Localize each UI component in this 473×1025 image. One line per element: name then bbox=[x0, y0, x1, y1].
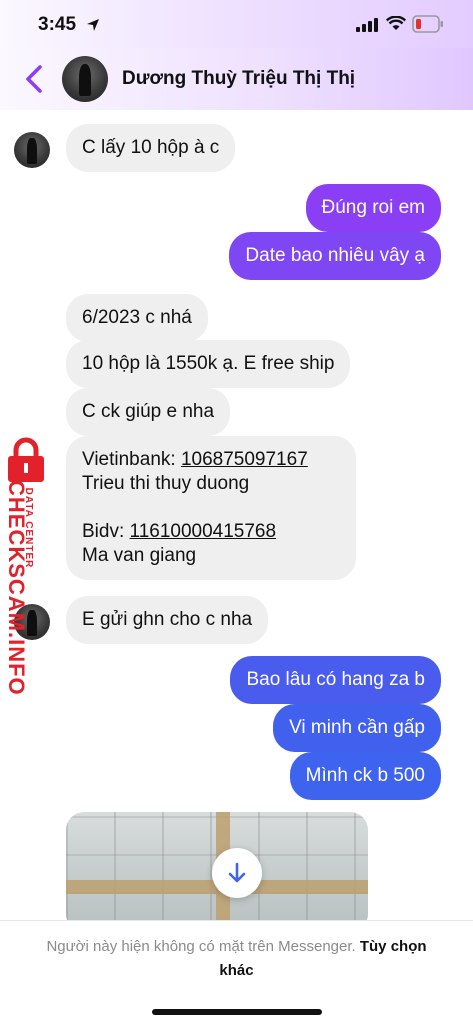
bank-label: Vietinbank: bbox=[82, 449, 181, 470]
footer: Người này hiện không có mặt trên Messeng… bbox=[0, 920, 473, 1025]
message-text: Đúng roi em bbox=[321, 197, 426, 218]
message-bubble[interactable]: Date bao nhiêu vây ạ bbox=[229, 232, 441, 280]
bank-label: Bidv: bbox=[82, 521, 130, 542]
message-list[interactable]: C lấy 10 hộp à c Đúng roi em Date bao nh… bbox=[0, 110, 473, 920]
status-time: 3:45 bbox=[38, 14, 77, 35]
account-number-link[interactable]: 106875097167 bbox=[181, 449, 308, 470]
scroll-to-bottom-button[interactable] bbox=[212, 848, 262, 898]
arrow-down-icon bbox=[228, 862, 246, 883]
cellular-signal-icon bbox=[356, 18, 378, 32]
conversation-header: Dương Thuỳ Triệu Thị Thị bbox=[0, 48, 473, 110]
message-bubble[interactable]: Mình ck b 500 bbox=[289, 752, 441, 800]
message-text: Vi minh cần gấp bbox=[289, 717, 425, 738]
message-bubble[interactable]: Đúng roi em bbox=[305, 184, 441, 232]
message-bubble[interactable]: 10 hộp là 1550k ạ. E free ship bbox=[66, 340, 351, 388]
message-text: C ck giúp e nha bbox=[82, 401, 215, 422]
watermark: CHECKSCAM.INFO DATA CENTER bbox=[0, 436, 52, 696]
message-bubble[interactable]: E gửi ghn cho c nha bbox=[66, 596, 269, 644]
message-text: 6/2023 c nhá bbox=[82, 307, 192, 328]
message-text: Date bao nhiêu vây ạ bbox=[245, 245, 425, 266]
status-bar: 3:45 bbox=[0, 0, 473, 48]
battery-icon bbox=[412, 15, 443, 33]
account-holder: Ma van giang bbox=[82, 545, 197, 566]
bank-info-bubble[interactable]: Vietinbank: 106875097167 Trieu thi thuy … bbox=[66, 436, 356, 580]
message-text: E gửi ghn cho c nha bbox=[82, 609, 253, 630]
message-bubble[interactable]: C lấy 10 hộp à c bbox=[66, 124, 236, 172]
message-bubble[interactable]: Bao lâu có hang za b bbox=[230, 656, 441, 704]
message-text: C lấy 10 hộp à c bbox=[82, 137, 220, 158]
contact-avatar[interactable] bbox=[62, 56, 108, 102]
watermark-subtitle: DATA CENTER bbox=[23, 487, 34, 569]
padlock-icon bbox=[8, 437, 44, 482]
message-text: 10 hộp là 1550k ạ. E free ship bbox=[82, 353, 335, 374]
message-line: Vietinbank: 106875097167 bbox=[82, 448, 340, 472]
message-bubble[interactable]: C ck giúp e nha bbox=[66, 388, 231, 436]
home-indicator bbox=[152, 1009, 322, 1015]
sender-avatar bbox=[14, 132, 50, 168]
message-bubble[interactable]: Vi minh cần gấp bbox=[273, 704, 441, 752]
offline-notice: Người này hiện không có mặt trên Messeng… bbox=[30, 935, 443, 983]
location-arrow-icon bbox=[87, 19, 99, 31]
message-text: Bao lâu có hang za b bbox=[246, 669, 425, 690]
message-text: Mình ck b 500 bbox=[305, 765, 425, 786]
wifi-icon bbox=[386, 16, 406, 30]
message-bubble[interactable]: 6/2023 c nhá bbox=[66, 294, 208, 342]
account-holder: Trieu thi thuy duong bbox=[82, 473, 250, 494]
contact-name[interactable]: Dương Thuỳ Triệu Thị Thị bbox=[122, 68, 355, 90]
message-line: Bidv: 11610000415768 bbox=[82, 520, 340, 544]
back-chevron-icon[interactable] bbox=[20, 62, 50, 96]
offline-notice-text: Người này hiện không có mặt trên Messeng… bbox=[46, 938, 356, 955]
account-number-link[interactable]: 11610000415768 bbox=[130, 521, 277, 542]
